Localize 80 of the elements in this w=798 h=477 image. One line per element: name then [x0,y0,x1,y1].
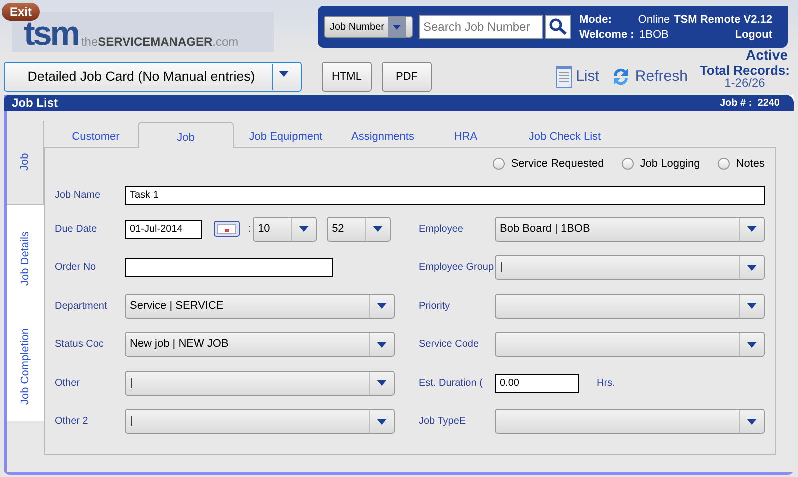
hour-dropdown[interactable]: 10 [253,216,318,242]
report-dropdown[interactable]: Detailed Job Card (No Manual entries) [4,62,302,92]
dropdown-field[interactable] [495,332,765,358]
input-field[interactable]: 0.00 [495,374,579,393]
field-label: Priority [419,300,452,312]
minute-dropdown[interactable]: 52 [327,216,392,242]
radio-option[interactable]: Job Logging [622,158,700,170]
job-number: Job # : 2240 [720,98,780,108]
field-label: Department [55,300,108,312]
input-field[interactable]: Task 1 [125,186,765,204]
calendar-icon[interactable] [214,221,240,238]
caret-icon [747,342,757,348]
search-type-dropdown[interactable]: Job Number [324,16,414,38]
dropdown-field[interactable]: New job | NEW JOB [125,332,395,358]
time-separator: : [248,223,252,236]
field-label: Order No [55,262,98,274]
caret-icon [377,418,387,425]
list-icon [556,66,572,88]
search-icon [549,18,568,36]
list-button[interactable]: List [556,66,600,88]
refresh-button[interactable]: Refresh [611,66,688,88]
radio-icon[interactable] [718,158,730,170]
dropdown-field[interactable]: | [125,409,395,434]
unit-label: Hrs. [597,378,616,389]
tab[interactable]: Job Check List [504,121,626,147]
side-tab[interactable]: Job Details [7,205,44,313]
date-field[interactable]: 01-Jul-2014 [125,220,202,239]
panel-title: Job List [12,96,58,110]
radio-option[interactable]: Service Requested [493,158,604,170]
status-text: Active [746,47,788,63]
field-label: Due Date [55,224,98,235]
field-label: Job TypeE [419,416,468,428]
user-name: 1BOB [638,28,670,40]
tab[interactable]: HRA [428,121,504,147]
tab[interactable]: Job Equipment [234,121,338,147]
caret-icon [377,303,387,310]
caret-icon [373,226,384,232]
product-version: TSM Remote V2.12 [674,14,772,26]
dropdown-field[interactable]: Bob Board | 1BOB [495,216,765,242]
caret-icon [299,226,310,232]
field-label: Service Code [419,339,480,350]
tab[interactable]: Job [138,122,234,148]
tab[interactable]: Customer [54,121,138,147]
field-label: Other [55,378,82,389]
caret-icon [747,418,757,425]
caret-icon [393,24,402,30]
field-label: Est. Duration ( [419,378,484,389]
field-label: Job Name [55,190,102,200]
total-records-value: 1-26/26 [724,76,766,90]
dropdown-field[interactable]: | [125,370,395,396]
total-records-label: Total Records: [700,64,790,76]
search-button[interactable] [545,15,572,39]
export-button[interactable]: PDF [382,62,432,92]
tab[interactable]: Assignments [338,121,428,147]
dropdown-field[interactable] [495,409,765,434]
caret-icon [279,70,289,76]
radio-icon[interactable] [493,158,506,170]
dropdown-field[interactable] [495,294,765,319]
welcome-label: Welcome : [579,28,634,40]
mode-value: Online [638,14,670,26]
search-field[interactable]: Search Job Number [419,15,544,39]
export-button[interactable]: HTML [322,62,372,92]
caret-icon [377,380,387,386]
side-tab[interactable]: Job [7,121,44,205]
side-tab[interactable]: Job Completion [7,313,44,421]
field-label: Employee Group [419,262,495,274]
caret-icon [377,342,387,348]
logout-link[interactable]: Logout [674,28,772,40]
dropdown-field[interactable]: | [495,255,765,280]
input-field[interactable] [125,258,333,278]
radio-icon[interactable] [622,158,634,170]
mode-label: Mode: [579,14,613,26]
field-label: Employee [419,224,464,235]
caret-icon [747,226,757,232]
field-label: Other 2 [55,416,90,428]
field-label: Status Coc [55,339,105,350]
radio-option[interactable]: Notes [718,158,765,170]
caret-icon [747,303,757,310]
caret-icon [747,264,757,271]
dropdown-field[interactable]: Service | SERVICE [125,294,395,319]
